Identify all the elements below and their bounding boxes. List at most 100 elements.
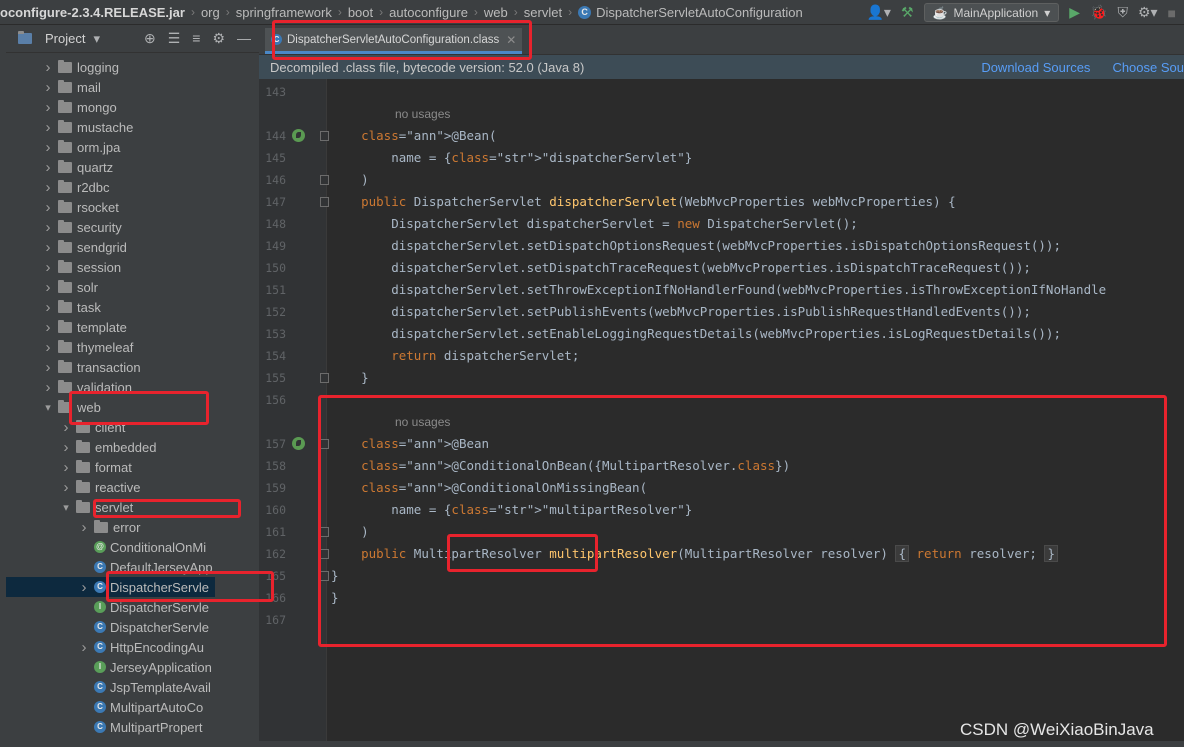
chevron-right-icon[interactable]: ›: [78, 519, 90, 536]
tree-item[interactable]: › thymeleaf: [6, 337, 215, 357]
tree-item[interactable]: C MultipartAutoCo: [6, 697, 215, 717]
code-line[interactable]: 150 dispatcherServlet.setDispatchTraceRe…: [259, 257, 1184, 279]
locate-icon[interactable]: ⊕: [144, 30, 156, 47]
spring-bean-icon[interactable]: [292, 129, 305, 142]
chevron-right-icon[interactable]: ›: [42, 119, 54, 136]
tree-item[interactable]: › reactive: [6, 477, 215, 497]
horizontal-scrollbar[interactable]: [259, 741, 1184, 747]
tree-item[interactable]: C DefaultJerseyApp: [6, 557, 215, 577]
code-line[interactable]: 161 ): [259, 521, 1184, 543]
chevron-right-icon[interactable]: ›: [42, 179, 54, 196]
chevron-down-icon[interactable]: ▾: [60, 501, 72, 514]
code-line[interactable]: 167: [259, 609, 1184, 631]
tree-item[interactable]: › template: [6, 317, 215, 337]
breadcrumb-org[interactable]: org: [201, 5, 220, 20]
chevron-right-icon[interactable]: ›: [42, 259, 54, 276]
hammer-build-icon[interactable]: ⚒: [901, 4, 914, 21]
coverage-icon[interactable]: ⛨: [1117, 4, 1128, 21]
code-line[interactable]: 151 dispatcherServlet.setThrowExceptionI…: [259, 279, 1184, 301]
tree-item[interactable]: › rsocket: [6, 197, 215, 217]
chevron-right-icon[interactable]: ›: [42, 299, 54, 316]
minimize-icon[interactable]: —: [237, 30, 251, 47]
tree-item[interactable]: › client: [6, 417, 215, 437]
tree-item[interactable]: › task: [6, 297, 215, 317]
expand-all-icon[interactable]: ☰: [168, 30, 181, 47]
collapse-all-icon[interactable]: ≡: [192, 30, 200, 47]
usages-hint[interactable]: no usages: [395, 411, 450, 433]
code-line[interactable]: 160 name = {class="str">"multipartResolv…: [259, 499, 1184, 521]
fold-marker-icon[interactable]: [320, 527, 329, 537]
chevron-right-icon[interactable]: ›: [60, 419, 72, 436]
choose-sources-link[interactable]: Choose Sou: [1112, 60, 1184, 75]
tree-item[interactable]: C MultipartPropert: [6, 717, 215, 737]
fold-marker-icon[interactable]: [320, 571, 329, 581]
stop-icon[interactable]: ■: [1168, 5, 1176, 21]
gear-icon[interactable]: ⚙: [212, 30, 225, 47]
tree-item[interactable]: › C DispatcherServle: [6, 577, 215, 597]
code-line[interactable]: 144 class="ann">@Bean(: [259, 125, 1184, 147]
fold-marker-icon[interactable]: [320, 439, 329, 449]
code-line[interactable]: 149 dispatcherServlet.setDispatchOptions…: [259, 235, 1184, 257]
tree-item[interactable]: ▾ web: [6, 397, 215, 417]
tree-item[interactable]: › error: [6, 517, 215, 537]
code-line[interactable]: 165}: [259, 565, 1184, 587]
chevron-right-icon[interactable]: ›: [42, 339, 54, 356]
chevron-right-icon[interactable]: ›: [42, 379, 54, 396]
code-editor[interactable]: 143 no usages 144 class="ann">@Bean(145 na…: [259, 79, 1184, 741]
chevron-right-icon[interactable]: ›: [42, 219, 54, 236]
chevron-right-icon[interactable]: ›: [60, 459, 72, 476]
breadcrumb-class[interactable]: DispatcherServletAutoConfiguration: [596, 5, 803, 20]
close-icon[interactable]: ✕: [506, 33, 516, 47]
code-line[interactable]: 145 name = {class="str">"dispatcherServl…: [259, 147, 1184, 169]
code-line[interactable]: 156: [259, 389, 1184, 411]
code-line[interactable]: 154 return dispatcherServlet;: [259, 345, 1184, 367]
tab-dispatcher-servlet-auto-configuration[interactable]: C DispatcherServletAutoConfiguration.cla…: [265, 28, 523, 54]
chevron-right-icon[interactable]: ›: [60, 439, 72, 456]
code-line[interactable]: 152 dispatcherServlet.setPublishEvents(w…: [259, 301, 1184, 323]
tree-item[interactable]: I DispatcherServle: [6, 597, 215, 617]
tree-item[interactable]: › mongo: [6, 97, 215, 117]
tree-item[interactable]: C JspTemplateAvail: [6, 677, 215, 697]
tree-item[interactable]: ▾ servlet: [6, 497, 215, 517]
fold-marker-icon[interactable]: [320, 197, 329, 207]
profiler-icon[interactable]: ⚙▾: [1138, 4, 1158, 21]
tree-item[interactable]: C DispatcherServle: [6, 617, 215, 637]
chevron-right-icon[interactable]: ›: [42, 139, 54, 156]
chevron-right-icon[interactable]: ›: [78, 639, 90, 656]
tree-item[interactable]: › orm.jpa: [6, 137, 215, 157]
tree-item[interactable]: › format: [6, 457, 215, 477]
chevron-right-icon[interactable]: ›: [42, 359, 54, 376]
chevron-right-icon[interactable]: ›: [42, 59, 54, 76]
tree-item[interactable]: › C HttpEncodingAu: [6, 637, 215, 657]
tree-item[interactable]: › session: [6, 257, 215, 277]
chevron-down-icon[interactable]: ▾: [93, 31, 100, 47]
code-line[interactable]: 148 DispatcherServlet dispatcherServlet …: [259, 213, 1184, 235]
chevron-right-icon[interactable]: ›: [60, 479, 72, 496]
tree-item[interactable]: › r2dbc: [6, 177, 215, 197]
download-sources-link[interactable]: Download Sources: [981, 60, 1090, 75]
tree-item[interactable]: › transaction: [6, 357, 215, 377]
breadcrumb-servlet[interactable]: servlet: [524, 5, 562, 20]
code-line[interactable]: 146 ): [259, 169, 1184, 191]
fold-marker-icon[interactable]: [320, 373, 329, 383]
code-line[interactable]: 159 class="ann">@ConditionalOnMissingBea…: [259, 477, 1184, 499]
breadcrumb-web[interactable]: web: [484, 5, 508, 20]
chevron-right-icon[interactable]: ›: [42, 99, 54, 116]
debug-icon[interactable]: 🐞: [1090, 4, 1107, 21]
chevron-right-icon[interactable]: ›: [42, 279, 54, 296]
tree-item[interactable]: › security: [6, 217, 215, 237]
spring-bean-icon[interactable]: [292, 437, 305, 450]
user-icon[interactable]: 👤▾: [867, 4, 891, 21]
breadcrumb-boot[interactable]: boot: [348, 5, 373, 20]
breadcrumb-springframework[interactable]: springframework: [236, 5, 332, 20]
chevron-right-icon[interactable]: ›: [78, 579, 90, 596]
fold-marker-icon[interactable]: [320, 175, 329, 185]
breadcrumb-autoconfigure[interactable]: autoconfigure: [389, 5, 468, 20]
chevron-down-icon[interactable]: ▾: [42, 401, 54, 414]
code-line[interactable]: 143: [259, 81, 1184, 103]
tree-item[interactable]: @ ConditionalOnMi: [6, 537, 215, 557]
chevron-right-icon[interactable]: ›: [42, 79, 54, 96]
fold-marker-icon[interactable]: [320, 549, 329, 559]
tree-item[interactable]: › sendgrid: [6, 237, 215, 257]
tree-item[interactable]: › mustache: [6, 117, 215, 137]
